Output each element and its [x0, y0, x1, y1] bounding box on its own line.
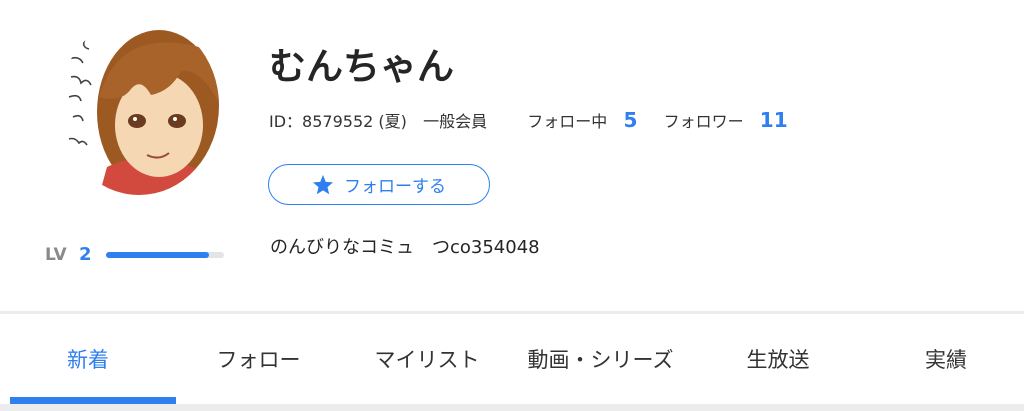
- user-id: ID：8579552 (夏): [269, 112, 407, 131]
- followers-label[interactable]: フォロワー: [664, 112, 744, 131]
- tab-follow-label: フォロー: [216, 348, 301, 372]
- follow-button[interactable]: フォローする: [268, 164, 490, 205]
- star-icon: [312, 174, 334, 195]
- following-label[interactable]: フォロー中: [527, 112, 607, 131]
- avatar[interactable]: [59, 17, 219, 195]
- level-progress-fill: [106, 252, 209, 258]
- following-count[interactable]: 5: [623, 108, 637, 132]
- tab-live[interactable]: 生放送: [688, 314, 868, 404]
- tab-follow[interactable]: フォロー: [176, 314, 341, 404]
- tab-bar: 新着 フォロー マイリスト 動画・シリーズ 生放送 実績: [0, 314, 1024, 404]
- level-progress-track: [106, 252, 224, 258]
- tab-new-label: 新着: [67, 348, 109, 372]
- tab-mylist[interactable]: マイリスト: [341, 314, 513, 404]
- tab-videos-series-label: 動画・シリーズ: [527, 348, 674, 372]
- tab-new[interactable]: 新着: [0, 314, 176, 404]
- tab-videos-series[interactable]: 動画・シリーズ: [513, 314, 688, 404]
- user-name: むんちゃん: [269, 45, 454, 88]
- level-value: 2: [79, 244, 92, 265]
- tab-bar-container: 新着 フォロー マイリスト 動画・シリーズ 生放送 実績: [0, 311, 1024, 411]
- member-type: 一般会員: [423, 112, 488, 131]
- followers-count[interactable]: 11: [760, 108, 788, 132]
- tab-live-label: 生放送: [746, 348, 810, 372]
- follow-button-label: フォローする: [344, 177, 446, 197]
- active-tab-indicator: [10, 397, 176, 404]
- profile-description: のんびりなコミュ つco354048: [270, 237, 540, 258]
- tab-achievements[interactable]: 実績: [868, 314, 1024, 404]
- tab-mylist-label: マイリスト: [374, 348, 480, 372]
- profile-header: LV 2 むんちゃん ID：8579552 (夏) 一般会員 フォロー中 5 フ…: [0, 0, 1024, 310]
- avatar-illustration: [59, 17, 219, 195]
- tab-achievements-label: 実績: [925, 348, 967, 372]
- level-label: LV: [45, 245, 67, 265]
- level-indicator: LV 2: [45, 244, 235, 265]
- user-meta: ID：8579552 (夏) 一般会員 フォロー中 5 フォロワー 11: [269, 108, 788, 132]
